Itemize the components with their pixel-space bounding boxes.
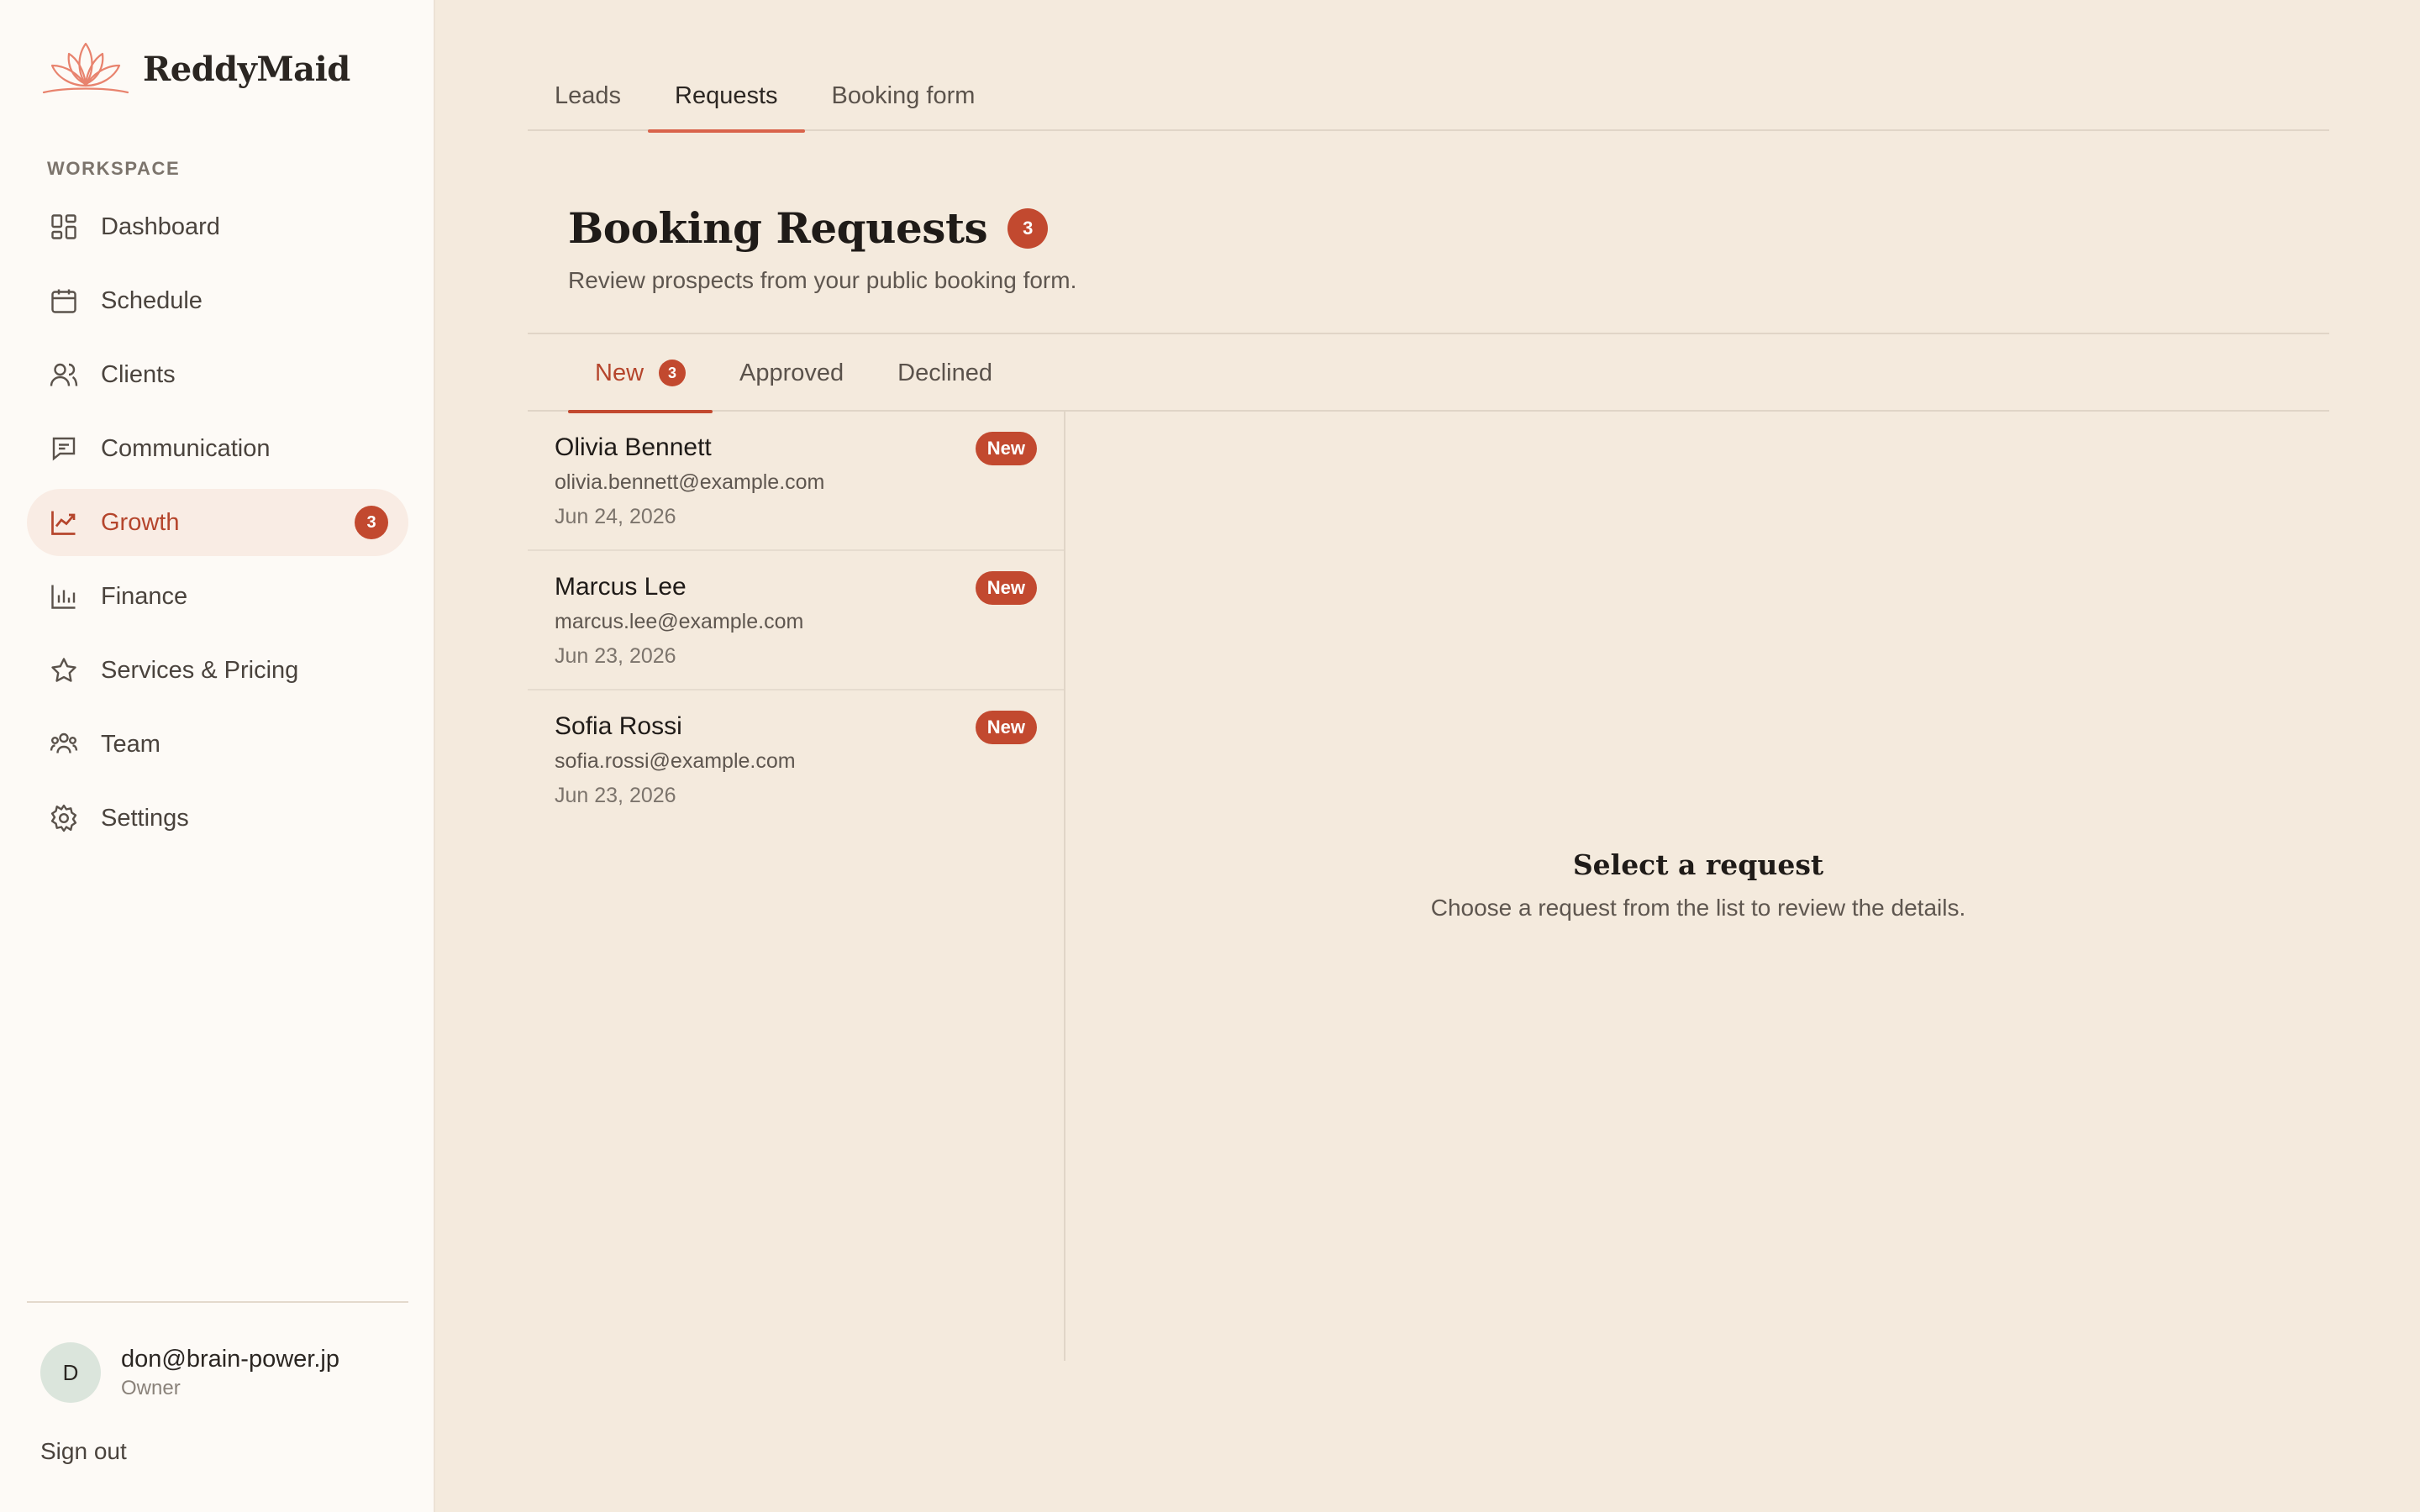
tab-approved[interactable]: Approved (713, 334, 871, 412)
user-role: Owner (121, 1376, 181, 1399)
sidebar-nav: Dashboard Schedule Clients Communication… (27, 193, 408, 858)
sidebar: ReddyMaid WORKSPACE Dashboard Schedule C… (0, 0, 435, 1512)
user-email: don@brain-power.jp (121, 1345, 339, 1373)
empty-state: Select a request Choose a request from t… (1067, 848, 2329, 921)
tab-booking-form[interactable]: Booking form (805, 71, 1002, 131)
main-content: Leads Requests Booking form Booking Requ… (528, 0, 2329, 1512)
user-profile[interactable]: D don@brain-power.jp Owner (40, 1342, 339, 1403)
request-name: Marcus Lee (555, 573, 687, 601)
lotus-logo-icon (42, 42, 129, 94)
star-icon (47, 654, 81, 687)
top-tabs: Leads Requests Booking form (528, 71, 2329, 133)
new-count-badge: 3 (659, 360, 687, 386)
sidebar-item-label: Services & Pricing (101, 656, 299, 684)
sidebar-item-services-pricing[interactable]: Services & Pricing (27, 637, 408, 704)
sidebar-item-label: Dashboard (101, 213, 220, 240)
request-email: olivia.bennett@example.com (555, 470, 825, 494)
users-icon (47, 358, 81, 391)
bar-chart-icon (47, 580, 81, 613)
sidebar-item-label: Settings (101, 804, 189, 832)
request-detail-pane: Select a request Choose a request from t… (1067, 412, 2329, 1361)
tab-declined[interactable]: Declined (871, 334, 1019, 412)
sidebar-item-label: Clients (101, 360, 176, 388)
tab-label: Declined (897, 359, 993, 386)
status-badge: New (975, 711, 1037, 744)
sidebar-item-label: Growth (101, 508, 180, 536)
request-date: Jun 23, 2026 (555, 784, 676, 807)
message-icon (47, 432, 81, 465)
list-item[interactable]: Sofia Rossi sofia.rossi@example.com Jun … (528, 690, 1064, 830)
trend-icon (47, 506, 81, 539)
sidebar-item-finance[interactable]: Finance (27, 563, 408, 630)
sidebar-item-label: Communication (101, 434, 271, 462)
sign-out-link[interactable]: Sign out (40, 1438, 127, 1465)
sidebar-divider (27, 1301, 408, 1303)
sidebar-item-schedule[interactable]: Schedule (27, 267, 408, 334)
list-item[interactable]: Olivia Bennett olivia.bennett@example.co… (528, 412, 1064, 551)
request-list: Olivia Bennett olivia.bennett@example.co… (528, 412, 1065, 1361)
sidebar-item-growth[interactable]: Growth 3 (27, 489, 408, 556)
section-label-workspace: WORKSPACE (47, 158, 181, 179)
sidebar-item-communication[interactable]: Communication (27, 415, 408, 482)
request-date: Jun 23, 2026 (555, 644, 676, 668)
status-tabs: New 3 Approved Declined (528, 333, 2329, 413)
request-email: marcus.lee@example.com (555, 610, 804, 633)
empty-state-title: Select a request (1572, 848, 1824, 881)
brand[interactable]: ReddyMaid (40, 37, 350, 101)
request-name: Olivia Bennett (555, 433, 712, 461)
request-name: Sofia Rossi (555, 712, 682, 740)
request-date: Jun 24, 2026 (555, 505, 676, 528)
status-badge: New (975, 571, 1037, 605)
status-badge: New (975, 432, 1037, 465)
sidebar-item-label: Schedule (101, 286, 203, 314)
page-title: Booking Requests (568, 203, 988, 253)
empty-state-subtitle: Choose a request from the list to review… (1430, 895, 1966, 921)
sidebar-item-dashboard[interactable]: Dashboard (27, 193, 408, 260)
avatar: D (40, 1342, 101, 1403)
page-header: Booking Requests 3 (568, 203, 1049, 253)
sidebar-item-settings[interactable]: Settings (27, 785, 408, 852)
sidebar-item-team[interactable]: Team (27, 711, 408, 778)
page-subtitle: Review prospects from your public bookin… (568, 267, 1077, 293)
tab-requests[interactable]: Requests (648, 71, 805, 133)
tab-label: New (595, 359, 644, 386)
growth-count-badge: 3 (355, 506, 388, 539)
tab-leads[interactable]: Leads (528, 71, 648, 131)
request-count-badge: 3 (1007, 207, 1049, 249)
tab-label: Approved (739, 359, 844, 386)
gear-icon (47, 801, 81, 835)
calendar-icon (47, 284, 81, 318)
sidebar-item-label: Team (101, 730, 160, 758)
sidebar-item-label: Finance (101, 582, 188, 610)
dashboard-icon (47, 210, 81, 244)
sidebar-item-clients[interactable]: Clients (27, 341, 408, 408)
team-icon (47, 727, 81, 761)
brand-name: ReddyMaid (143, 49, 350, 89)
list-item[interactable]: Marcus Lee marcus.lee@example.com Jun 23… (528, 551, 1064, 690)
request-email: sofia.rossi@example.com (555, 749, 796, 773)
tab-new[interactable]: New 3 (568, 334, 713, 413)
